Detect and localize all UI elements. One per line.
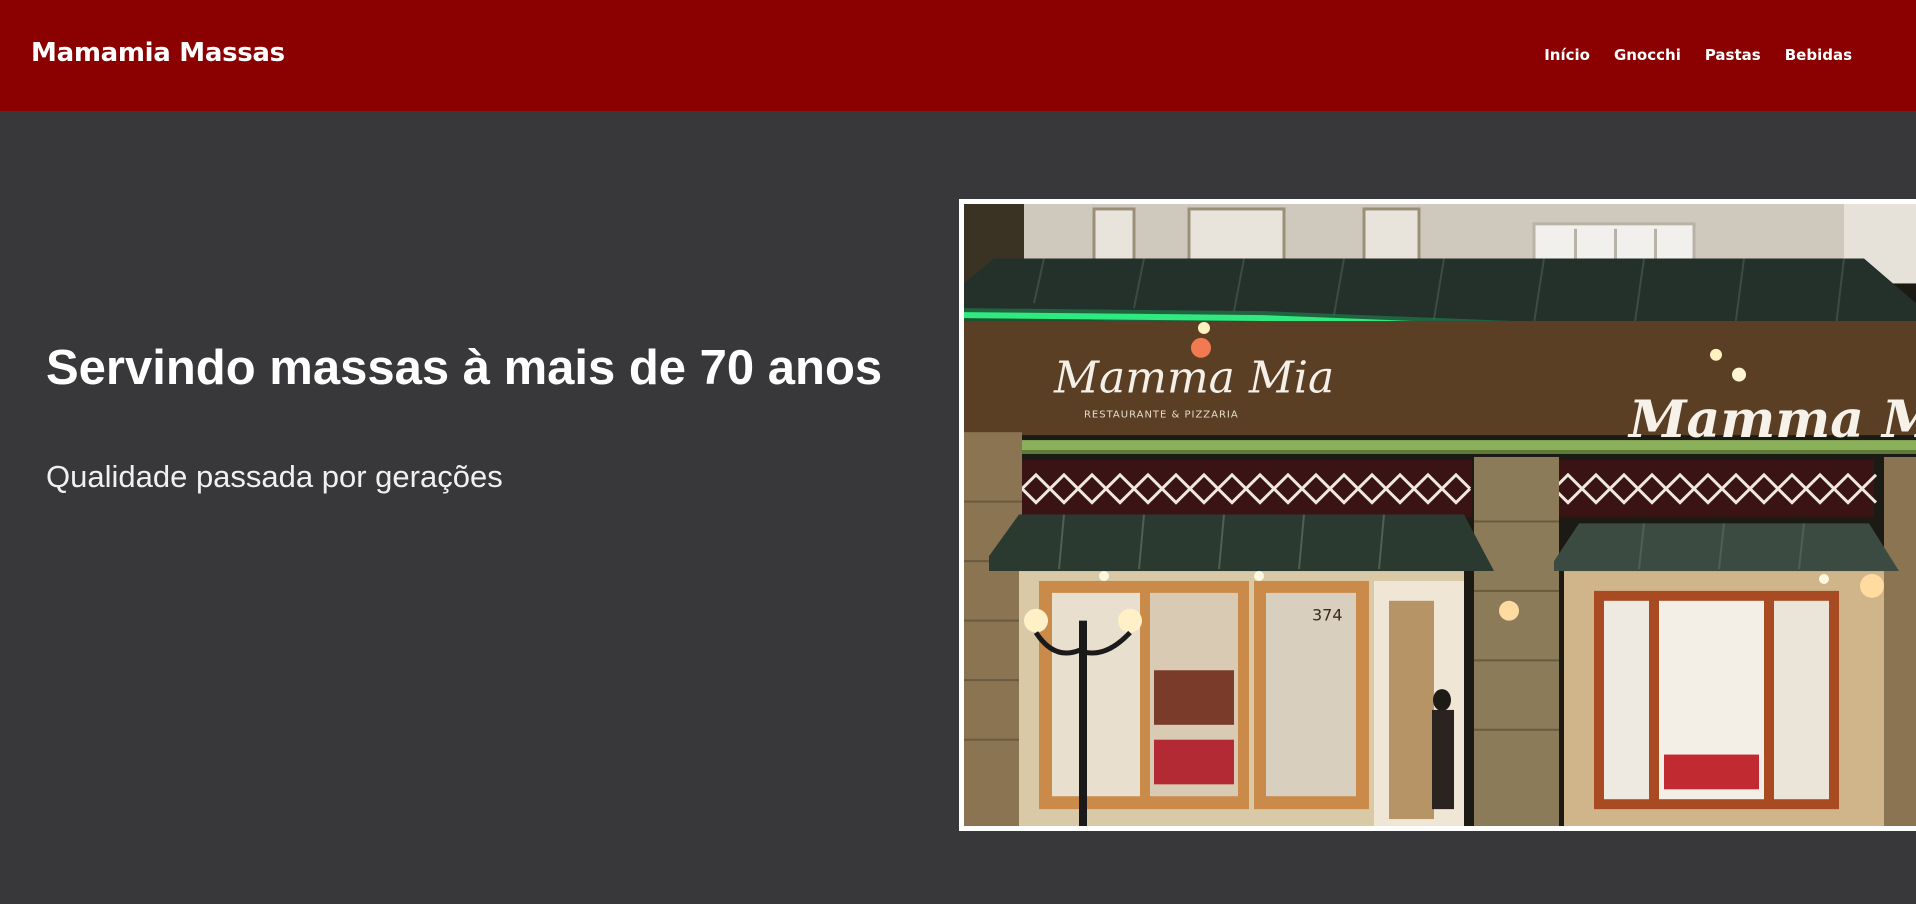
main-nav: Início Gnocchi Pastas Bebidas (1544, 46, 1852, 64)
hero-subtitle: Qualidade passada por gerações (46, 459, 503, 494)
brand-logo[interactable]: Mamamia Massas (31, 38, 285, 68)
hero-title: Servindo massas à mais de 70 anos (46, 341, 883, 395)
nav-link-bebidas[interactable]: Bebidas (1785, 46, 1852, 64)
nav-link-inicio[interactable]: Início (1544, 46, 1590, 64)
nav-link-gnocchi[interactable]: Gnocchi (1614, 46, 1681, 64)
sign-left-subtext: RESTAURANTE & PIZZARIA (1084, 409, 1239, 420)
nav-link-pastas[interactable]: Pastas (1705, 46, 1761, 64)
restaurant-facade-image: Mamma Mia RESTAURANTE & PIZZARIA Mamma M… (959, 199, 1916, 831)
sign-left-text: Mamma Mia (1053, 353, 1334, 404)
top-navbar: Mamamia Massas Início Gnocchi Pastas Beb… (0, 0, 1916, 111)
door-number: 374 (1312, 606, 1343, 625)
